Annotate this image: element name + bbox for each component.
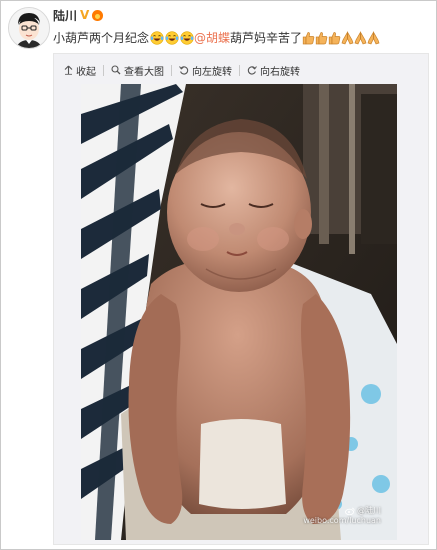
toolbar-divider [239, 64, 240, 76]
rotate-right-button[interactable]: 向右旋转 [247, 63, 300, 78]
laughing-tears-emoji-icon [150, 31, 164, 45]
rotate-left-button[interactable]: 向左旋转 [179, 63, 232, 78]
rotate-right-icon [247, 66, 257, 75]
rotate-right-label: 向右旋转 [260, 66, 300, 78]
magnifier-icon [111, 65, 121, 75]
view-large-button[interactable]: 查看大图 [111, 63, 164, 78]
praying-hands-emoji-icon [367, 31, 380, 45]
sleeping-baby-photo[interactable]: @陆川 weibo.com/luchuan [81, 84, 397, 540]
laughing-tears-emoji-icon [180, 31, 194, 45]
post-text: 小葫芦两个月纪念 @胡蝶 葫芦妈辛苦了 [53, 30, 430, 46]
praying-hands-emoji-icon [341, 31, 354, 45]
author-name[interactable]: 陆川 [53, 7, 77, 24]
laughing-tears-emoji-icon [165, 31, 179, 45]
praying-hands-emoji-icon [354, 31, 367, 45]
toolbar-divider [171, 64, 172, 76]
thumbs-up-emoji-icon [315, 32, 328, 45]
rotate-left-icon [179, 66, 189, 75]
collapse-label: 收起 [76, 66, 96, 78]
mention-link[interactable]: @胡蝶 [194, 30, 230, 46]
collapse-button[interactable]: 收起 [64, 63, 96, 78]
weibo-logo-icon [345, 507, 355, 515]
watermark-handle: @陆川 [357, 506, 381, 515]
author-row: 陆川 V [53, 7, 104, 24]
thumbs-up-emoji-icon [302, 32, 315, 45]
post-text-prefix: 小葫芦两个月纪念 [53, 31, 150, 45]
rotate-left-label: 向左旋转 [192, 66, 232, 78]
thumbs-up-emoji-icon [328, 32, 341, 45]
post-text-suffix: 葫芦妈辛苦了 [230, 31, 303, 45]
flame-badge-icon[interactable] [92, 9, 104, 21]
photo-watermark: @陆川 weibo.com/luchuan [303, 506, 381, 526]
collapse-arrow-up-icon [64, 65, 73, 75]
avatar-cartoon-icon [9, 8, 49, 48]
media-toolbar: 收起 查看大图 向左旋转 向右旋转 [64, 62, 300, 78]
watermark-url: weibo.com/luchuan [303, 516, 381, 525]
media-expanded-box: 收起 查看大图 向左旋转 向右旋转 @陆川 weibo.com/luchuan [53, 53, 429, 545]
author-avatar[interactable] [8, 7, 50, 49]
weibo-post-card: 陆川 V 小葫芦两个月纪念 @胡蝶 葫芦妈辛苦了 收起 查看大图 向左旋转 向右… [0, 0, 437, 550]
photo-illustration [81, 84, 397, 540]
verified-badge[interactable]: V [80, 8, 89, 22]
view-large-label: 查看大图 [124, 66, 164, 78]
toolbar-divider [103, 64, 104, 76]
